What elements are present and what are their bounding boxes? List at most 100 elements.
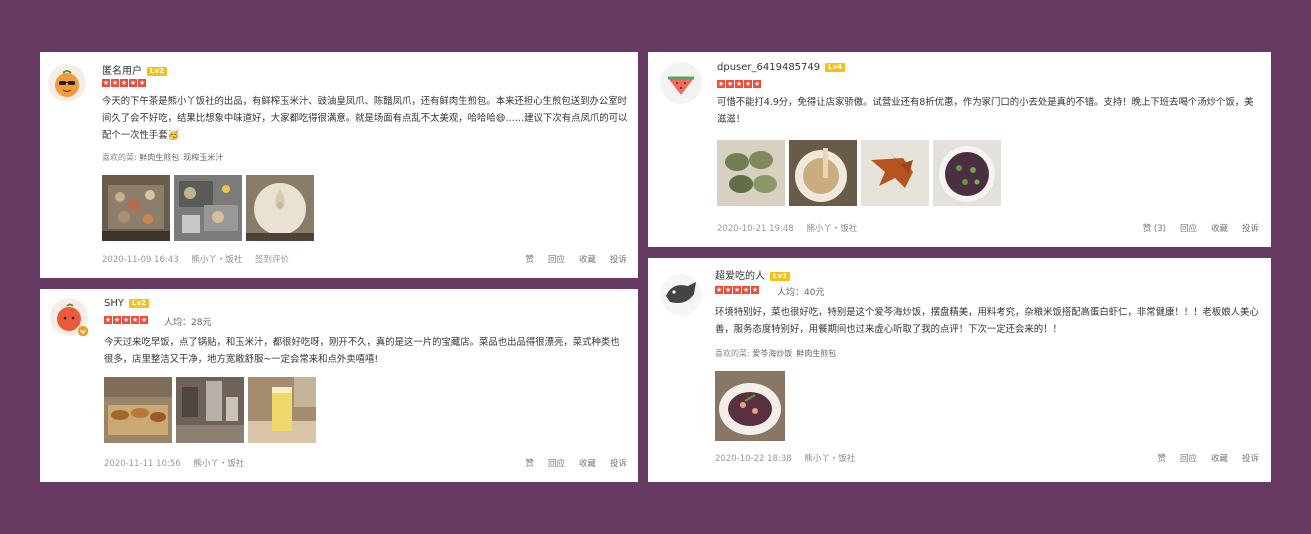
reply-button[interactable]: 回应 (1180, 222, 1197, 234)
boxed-pastries-photo[interactable] (174, 175, 242, 241)
star-rating: ★ ★ ★ ★ ★ (717, 80, 761, 88)
shop-name[interactable]: 熊小丫・饭社 (806, 224, 857, 234)
review-card: SHY Lv2 ★ ★ ★ ★ ★ 人均：28元 今天过来吃早饭，点了锅贴，和玉米汁，都很… (40, 289, 638, 482)
like-button[interactable]: 赞 (525, 253, 534, 265)
star-icon: ★ (129, 79, 137, 87)
review-date: 2020-10-21 19:48 (717, 224, 794, 234)
review-text: 今天的下午茶是熊小丫饭社的出品，有鲜榨玉米汁、豉油皇凤爪、陈醋凤爪，还有鲜肉生煎… (102, 96, 628, 141)
favorite-dishes: 喜欢的菜: 鲜肉生煎包 现榨玉米汁 (102, 152, 227, 163)
avatar[interactable] (660, 62, 702, 104)
photo-strip (717, 140, 1001, 206)
level-badge: Lv2 (128, 299, 149, 308)
star-icon: ★ (104, 316, 112, 324)
photo-strip (715, 371, 785, 441)
star-icon: ★ (751, 286, 759, 294)
reply-button[interactable]: 回应 (548, 457, 565, 469)
report-button[interactable]: 投诉 (610, 253, 627, 265)
review-card: 超爱吃的人 Lv3 ★ ★ ★ ★ ★ 人均：40元 环境特别好，菜也很好吃，特别是这个爱… (648, 258, 1271, 482)
average-price: 人均：28元 (164, 318, 212, 328)
star-icon: ★ (122, 316, 130, 324)
star-icon: ★ (138, 79, 146, 87)
avatar[interactable] (50, 298, 90, 338)
review-actions: 赞 回应 收藏 投诉 (525, 253, 627, 265)
like-button[interactable]: 赞 (1157, 452, 1166, 464)
review-meta: 2020-10-21 19:48 熊小丫・饭社 (717, 222, 867, 234)
report-button[interactable]: 投诉 (610, 457, 627, 469)
review-date: 2020-10-22 18:38 (715, 454, 792, 464)
checkin-label: 签到评价 (255, 255, 290, 265)
star-icon: ★ (735, 80, 743, 88)
review-card: dpuser_6419485749 Lv4 ★ ★ ★ ★ ★ 可惜不能打4.9分，免得让… (648, 52, 1271, 247)
username[interactable]: SHY Lv2 (104, 298, 149, 309)
photo-strip (102, 175, 314, 241)
favorite-dish[interactable]: 鲜肉生煎包 (796, 349, 836, 358)
pastry-display-photo[interactable] (104, 377, 172, 443)
star-icon: ★ (733, 286, 741, 294)
review-meta: 2020-10-22 18:38 熊小丫・饭社 (715, 452, 865, 464)
greens-photo[interactable] (933, 140, 1001, 206)
soup-photo[interactable] (789, 140, 857, 206)
favorite-button[interactable]: 收藏 (579, 457, 596, 469)
username[interactable]: 匿名用户 Lv2 (102, 62, 167, 77)
star-rating: ★ ★ ★ ★ ★ (102, 79, 146, 87)
favorite-label: 喜欢的菜: (715, 349, 750, 358)
chicken-feet-photo[interactable] (861, 140, 929, 206)
corn-juice-photo[interactable] (248, 377, 316, 443)
review-card: 匿名用户 Lv2 ★ ★ ★ ★ ★ 今天的下午茶是熊小丫饭社的出品，有鲜榨玉米汁、豉油皇… (40, 52, 638, 278)
sushi-tray-photo[interactable] (102, 175, 170, 241)
average-price: 人均：40元 (777, 288, 825, 298)
review-date: 2020-11-09 16:43 (102, 255, 179, 265)
star-icon: ★ (131, 316, 139, 324)
shop-interior-photo[interactable] (176, 377, 244, 443)
review-meta: 2020-11-11 10:56 熊小丫・饭社 (104, 457, 254, 469)
username[interactable]: dpuser_6419485749 Lv4 (717, 62, 846, 73)
star-icon: ★ (742, 286, 750, 294)
level-badge: Lv4 (825, 63, 846, 72)
avatar[interactable] (48, 64, 86, 102)
review-actions: 赞 (3) 回应 收藏 投诉 (1143, 222, 1259, 234)
avatar[interactable] (660, 274, 702, 316)
favorite-dish[interactable]: 现榨玉米汁 (183, 153, 223, 162)
reply-button[interactable]: 回应 (1180, 452, 1197, 464)
favorite-dish[interactable]: 鲜肉生煎包 (139, 153, 179, 162)
shop-name[interactable]: 熊小丫・饭社 (193, 459, 244, 469)
level-badge: Lv3 (770, 272, 790, 281)
star-icon: ★ (111, 79, 119, 87)
like-button[interactable]: 赞 (3) (1143, 222, 1166, 234)
star-icon: ★ (724, 286, 732, 294)
star-icon: ★ (715, 286, 723, 294)
favorite-button[interactable]: 收藏 (1211, 452, 1228, 464)
bun-photo[interactable] (246, 175, 314, 241)
review-text: 可惜不能打4.9分，免得让店家骄傲。试营业还有8折优惠，作为家门口的小去处是真的… (717, 97, 1254, 125)
shop-name[interactable]: 熊小丫・饭社 (191, 255, 242, 265)
star-icon: ★ (120, 79, 128, 87)
reply-button[interactable]: 回应 (548, 253, 565, 265)
level-badge: Lv2 (147, 67, 167, 76)
star-icon: ★ (102, 79, 110, 87)
fried-rice-plate-photo[interactable] (715, 371, 785, 441)
star-rating: ★ ★ ★ ★ ★ (715, 286, 759, 294)
report-button[interactable]: 投诉 (1242, 222, 1259, 234)
like-button[interactable]: 赞 (525, 457, 534, 469)
star-icon: ★ (753, 80, 761, 88)
star-icon: ★ (726, 80, 734, 88)
star-icon: ★ (717, 80, 725, 88)
favorite-button[interactable]: 收藏 (579, 253, 596, 265)
favorite-label: 喜欢的菜: (102, 153, 137, 162)
review-meta: 2020-11-09 16:43 熊小丫・饭社 签到评价 (102, 253, 299, 265)
dumplings-photo[interactable] (717, 140, 785, 206)
review-text: 环境特别好，菜也很好吃，特别是这个爱芩海炒饭，摆盘精美，用料考究，杂粮米饭搭配高… (715, 307, 1259, 335)
star-icon: ★ (140, 316, 148, 324)
review-text: 今天过来吃早饭，点了锅贴，和玉米汁，都很好吃呀，刚开不久，真的是这一片的宝藏店。… (104, 337, 620, 365)
favorite-dish[interactable]: 爱芩海炒饭 (752, 349, 792, 358)
shop-name[interactable]: 熊小丫・饭社 (804, 454, 855, 464)
username[interactable]: 超爱吃的人 Lv3 (715, 267, 790, 282)
review-actions: 赞 回应 收藏 投诉 (525, 457, 627, 469)
report-button[interactable]: 投诉 (1242, 452, 1259, 464)
star-rating: ★ ★ ★ ★ ★ (104, 316, 148, 324)
review-date: 2020-11-11 10:56 (104, 459, 181, 469)
star-icon: ★ (744, 80, 752, 88)
star-icon: ★ (113, 316, 121, 324)
review-actions: 赞 回应 收藏 投诉 (1157, 452, 1259, 464)
favorite-button[interactable]: 收藏 (1211, 222, 1228, 234)
